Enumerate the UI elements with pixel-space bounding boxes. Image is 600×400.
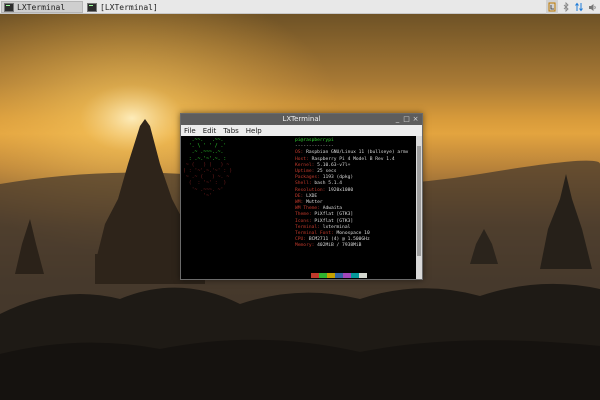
info-value: 402MiB / 7938MiB xyxy=(317,243,362,249)
color-swatch xyxy=(319,273,327,278)
terminal-icon xyxy=(87,2,97,12)
menu-tabs[interactable]: Tabs xyxy=(223,127,239,135)
raspberry-logo-ascii: .~~. .~~. '. \ ' ' / .' .~ .~~~..~. : .~… xyxy=(183,138,293,200)
taskbar: LXTerminal [LXTerminal] xyxy=(0,0,600,14)
menu-edit[interactable]: Edit xyxy=(203,127,217,135)
color-swatch xyxy=(327,273,335,278)
logo-line: '~' xyxy=(183,193,212,199)
taskbar-item-lxterminal[interactable]: LXTerminal xyxy=(1,1,83,13)
color-swatch xyxy=(303,273,311,278)
color-swatch xyxy=(335,273,343,278)
color-swatch xyxy=(359,273,367,278)
network-icon[interactable] xyxy=(546,0,558,14)
bluetooth-icon[interactable] xyxy=(561,0,571,14)
terminal-icon xyxy=(4,2,14,12)
menu-help[interactable]: Help xyxy=(246,127,262,135)
system-info: pi@raspberrypi -------------- OS: Raspbi… xyxy=(295,138,415,250)
minimize-button[interactable]: _ xyxy=(393,115,402,124)
maximize-button[interactable]: □ xyxy=(402,115,411,124)
color-swatch xyxy=(351,273,359,278)
taskbar-item-label: [LXTerminal] xyxy=(100,2,158,12)
color-swatch xyxy=(311,273,319,278)
close-button[interactable]: × xyxy=(411,115,420,124)
color-palette xyxy=(303,273,367,278)
info-row: Memory: 402MiB / 7938MiB xyxy=(295,243,415,249)
window-title: LXTerminal xyxy=(282,115,321,123)
volume-icon[interactable] xyxy=(587,0,598,14)
color-swatch xyxy=(343,273,351,278)
terminal-output[interactable]: .~~. .~~. '. \ ' ' / .' .~ .~~~..~. : .~… xyxy=(181,136,416,279)
menu-bar: File Edit Tabs Help xyxy=(181,125,422,136)
scrollbar-thumb[interactable] xyxy=(417,146,421,256)
taskbar-item-lxterminal-2[interactable]: [LXTerminal] xyxy=(85,1,171,13)
window-titlebar[interactable]: LXTerminal _ □ × xyxy=(181,114,422,125)
terminal-window[interactable]: LXTerminal _ □ × File Edit Tabs Help .~~… xyxy=(180,113,423,280)
info-key: Memory: xyxy=(295,243,315,249)
taskbar-item-label: LXTerminal xyxy=(17,2,66,12)
up-down-arrows-icon[interactable] xyxy=(574,0,584,14)
scrollbar[interactable] xyxy=(416,136,422,279)
menu-file[interactable]: File xyxy=(184,127,196,135)
info-value: 1920x1080 xyxy=(328,187,354,193)
